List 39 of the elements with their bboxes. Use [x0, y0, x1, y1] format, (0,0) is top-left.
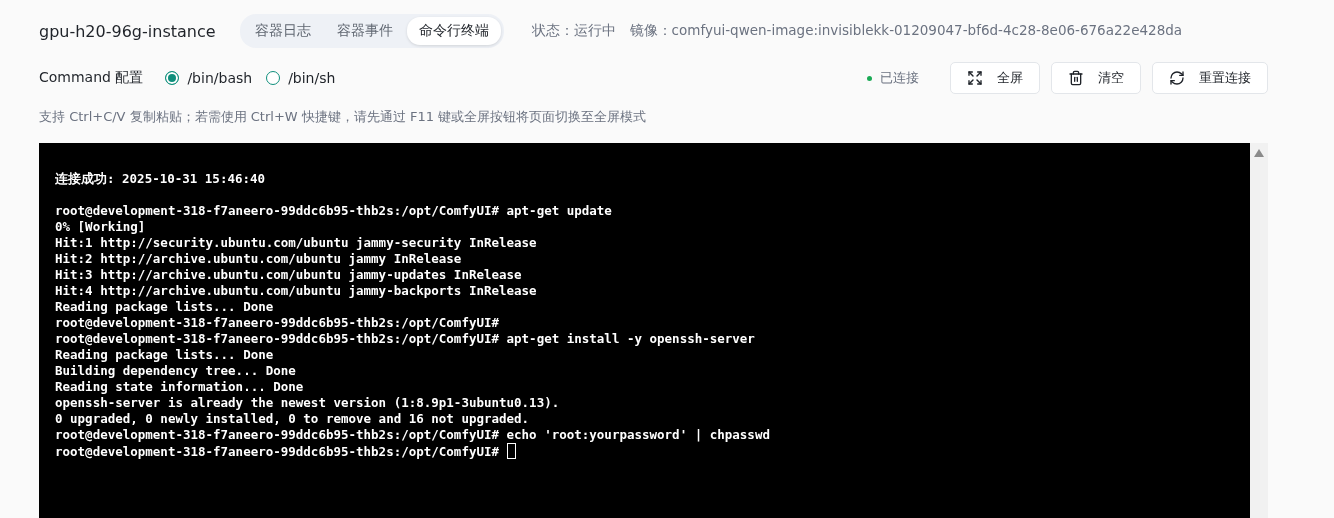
scroll-up-icon[interactable] — [1254, 149, 1264, 157]
instance-title: gpu-h20-96g-instance — [39, 21, 216, 41]
terminal-line: Reading package lists... Done — [55, 299, 275, 315]
trash-icon — [1068, 70, 1084, 86]
tab[interactable]: 容器事件 — [324, 17, 405, 45]
terminal[interactable] — [39, 143, 1250, 518]
terminal-line: 0 upgraded, 0 newly installed, 0 to remove and 16 not upgraded. — [55, 411, 531, 427]
hint-text: 支持 Ctrl+C/V 复制粘贴；若需使用 Ctrl+W 快捷键，请先通过 F11 键或全屏按钮将页面切换至全屏模式 — [39, 108, 648, 126]
radio-button[interactable] — [165, 71, 180, 85]
terminal-line: openssh-server is already the newest version (1:8.9p1-3ubuntu0.13). — [55, 395, 561, 411]
terminal-line: root@development-318-f7aneero-99ddc6b95-thb2s:/opt/ComfyUI# apt-get install -y openssh-server — [55, 331, 756, 347]
terminal-line: 连接成功: 2025-10-31 15:46:40 — [55, 171, 267, 187]
fullscreen-button[interactable]: 全屏 — [950, 62, 1040, 94]
terminal-line: Hit:4 http://archive.ubuntu.com/ubuntu jammy-backports InRelease — [55, 283, 538, 299]
radio-button[interactable] — [266, 71, 281, 85]
refresh-icon — [1169, 70, 1185, 86]
terminal-line: Reading package lists... Done — [55, 347, 275, 363]
terminal-line: Building dependency tree... Done — [55, 363, 297, 379]
tab[interactable]: 命令行终端 — [406, 17, 501, 45]
terminal-line: root@development-318-f7aneero-99ddc6b95-thb2s:/opt/ComfyUI# — [55, 315, 500, 331]
terminal-line: root@development-318-f7aneero-99ddc6b95-thb2s:/opt/ComfyUI# apt-get update — [55, 203, 613, 219]
terminal-line: root@development-318-f7aneero-99ddc6b95-thb2s:/opt/ComfyUI# echo 'root:yourpassword' | chpasswd — [55, 427, 771, 443]
terminal-line: Hit:3 http://archive.ubuntu.com/ubuntu jammy-updates InRelease — [55, 267, 523, 283]
status-text: 状态：运行中 — [531, 22, 616, 40]
command-label: Command 配置 — [39, 69, 144, 87]
reconnect-button[interactable]: 重置连接 — [1152, 62, 1268, 94]
expand-icon — [967, 70, 983, 86]
terminal-line: root@development-318-f7aneero-99ddc6b95-thb2s:/opt/ComfyUI# — [55, 444, 499, 459]
connection-status: 已连接 — [880, 69, 919, 87]
tab[interactable]: 容器日志 — [242, 17, 323, 45]
radio-label: /bin/bash — [187, 70, 253, 86]
terminal-line: Reading state information... Done — [55, 379, 305, 395]
clear-button[interactable]: 清空 — [1051, 62, 1141, 94]
terminal-line: Hit:2 http://archive.ubuntu.com/ubuntu jammy InRelease — [55, 251, 463, 267]
terminal-line: Hit:1 http://security.ubuntu.com/ubuntu jammy-security InRelease — [55, 235, 538, 251]
image-text: 镜像：comfyui-qwen-image:invisiblekk-01209047-bf6d-4c28-8e06-676a22e428da — [629, 22, 1183, 40]
scrollbar[interactable] — [1250, 143, 1268, 518]
terminal-line: 0% [Working] — [55, 219, 147, 235]
radio-label: /bin/sh — [288, 70, 336, 86]
